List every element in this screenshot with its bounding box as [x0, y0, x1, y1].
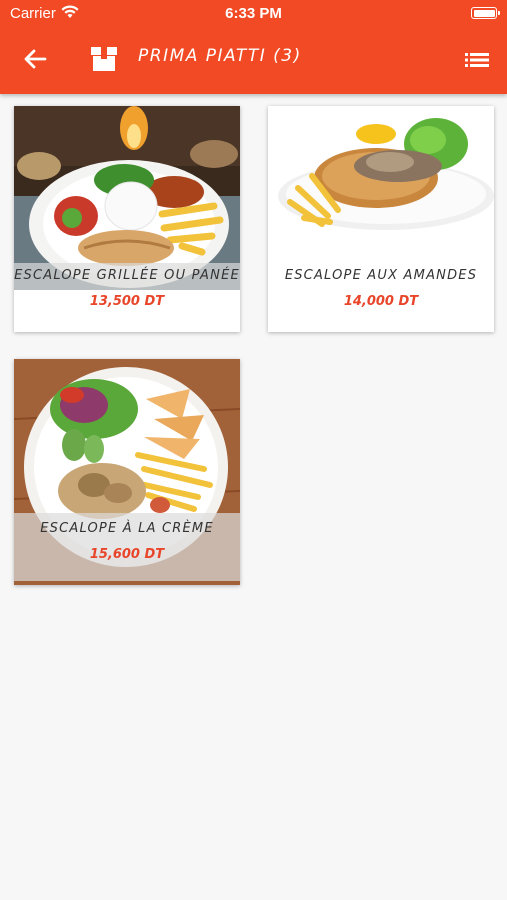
dish-card[interactable]: ESCALOPE À LA CRÈME 15,600 DT	[14, 359, 240, 585]
arrow-left-icon[interactable]	[22, 46, 48, 72]
dish-name: ESCALOPE À LA CRÈME	[40, 521, 214, 536]
box-icon	[91, 47, 117, 71]
dish-card[interactable]: ESCALOPE AUX AMANDES 14,000 DT	[268, 106, 494, 332]
dish-photo	[268, 106, 494, 238]
dish-card[interactable]: ESCALOPE GRILLÉE OU PANÉE 13,500 DT	[14, 106, 240, 332]
page-title: PRIMA PIATTI (3)	[138, 46, 302, 66]
status-time: 6:33 PM	[225, 5, 282, 22]
status-bar: Carrier 6:33 PM	[0, 0, 507, 28]
dish-name: ESCALOPE GRILLÉE OU PANÉE	[14, 268, 240, 283]
battery-icon	[471, 7, 500, 19]
list-icon[interactable]	[465, 51, 489, 69]
dish-price: 13,500 DT	[89, 294, 165, 309]
app-header: Carrier 6:33 PM PRIMA PIATTI (3)	[0, 0, 507, 94]
dish-price: 15,600 DT	[89, 547, 165, 562]
dish-price: 14,000 DT	[343, 294, 419, 309]
dish-name: ESCALOPE AUX AMANDES	[284, 268, 478, 283]
